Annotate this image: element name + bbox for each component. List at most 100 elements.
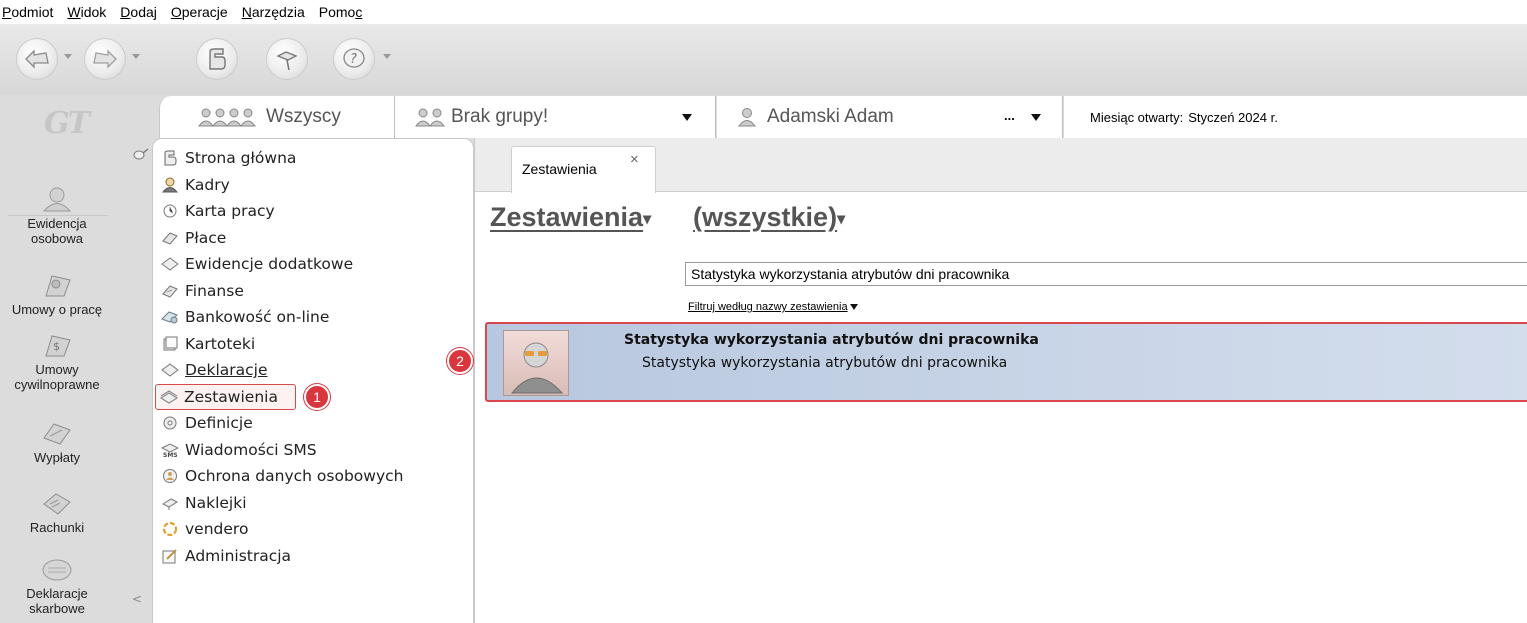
nav-item-finanse[interactable]: Finanse: [159, 278, 403, 305]
group-all-selector[interactable]: Wszyscy: [159, 96, 395, 138]
filter-by-name-link[interactable]: Filtruj według nazwy zestawienia: [688, 301, 858, 313]
nav-item-bankowosc-on-line[interactable]: Bankowość on-line: [159, 304, 403, 331]
invoice-icon: [43, 493, 71, 515]
close-icon[interactable]: ×: [630, 151, 639, 168]
payout-icon: [43, 423, 71, 445]
pin-panel-icon[interactable]: [133, 147, 149, 161]
open-month-label: Miesiąc otwarty:: [1090, 109, 1184, 125]
left-nav-wyplaty[interactable]: Wypłaty: [0, 420, 114, 465]
person-with-glasses-icon: [510, 342, 564, 394]
module-navigation: Strona główna Kadry Karta pracy Płace Ew…: [133, 138, 474, 623]
nav-item-karta-pracy[interactable]: Karta pracy: [159, 198, 403, 225]
help-icon: ?: [343, 48, 365, 68]
vendero-icon: [162, 522, 178, 537]
nav-item-kartoteki[interactable]: Kartoteki: [159, 331, 403, 358]
person-icon: [738, 108, 756, 127]
group-people-icon: [198, 108, 256, 127]
back-arrow-icon: [25, 49, 49, 69]
menu-narzedzia[interactable]: Narzędzia: [242, 4, 305, 20]
left-nav-umowy-cywilnoprawne[interactable]: $ Umowy cywilnoprawne: [0, 332, 114, 392]
tax-declaration-icon: [42, 559, 72, 581]
chevron-down-icon[interactable]: [682, 114, 692, 121]
forward-button[interactable]: [84, 38, 126, 80]
finance-icon: [162, 285, 178, 298]
nav-item-zestawienia[interactable]: Zestawienia 1: [155, 383, 330, 410]
svg-text:?: ?: [350, 52, 357, 67]
nav-item-vendero[interactable]: vendero: [159, 516, 403, 543]
staff-icon: [161, 177, 179, 193]
group-people-icon: [415, 108, 445, 127]
menu-widok[interactable]: Widok: [67, 4, 106, 20]
search-input[interactable]: [685, 262, 1527, 286]
nav-item-kadry[interactable]: Kadry: [159, 172, 403, 199]
back-dropdown-icon[interactable]: [64, 54, 72, 59]
wages-icon: [162, 232, 178, 245]
list-item[interactable]: Statystyka wykorzystania atrybutów dni p…: [485, 322, 1527, 402]
menu-bar: Podmiot Widok Dodaj Operacje Narzędzia P…: [0, 0, 1527, 24]
left-nav-divider: [8, 215, 108, 216]
nav-item-strona-glowna[interactable]: Strona główna: [159, 145, 403, 172]
menu-pomoc[interactable]: Pomoc: [319, 4, 363, 20]
menu-dodaj[interactable]: Dodaj: [120, 4, 157, 20]
report-thumbnail: [503, 330, 569, 396]
help-button[interactable]: ?: [333, 38, 375, 80]
nav-item-place[interactable]: Płace: [159, 225, 403, 252]
tab-strip: Zestawienia ×: [475, 138, 1527, 193]
context-bar: Wszyscy Brak grupy! Adamski Adam ... Mie…: [152, 96, 1527, 138]
callout-badge-1: 1: [304, 383, 330, 410]
left-nav-umowy-o-prace[interactable]: Umowy o pracę: [0, 272, 114, 317]
chevron-down-icon: [849, 304, 858, 311]
home-button[interactable]: [196, 38, 238, 80]
chevron-down-icon: ▾: [837, 210, 846, 228]
person-icon: [42, 187, 72, 212]
nav-item-definicje[interactable]: Definicje: [159, 410, 403, 437]
left-nav-ewidencja-osobowa[interactable]: Ewidencja osobowa: [0, 186, 114, 246]
svg-text:SMS: SMS: [163, 452, 178, 458]
help-dropdown-icon[interactable]: [383, 54, 391, 59]
page-title[interactable]: Zestawienia▾: [490, 202, 651, 233]
left-nav-collapse-button[interactable]: <: [132, 592, 142, 606]
files-icon: [163, 336, 178, 351]
employee-more-button[interactable]: ...: [1004, 108, 1015, 123]
pin-button[interactable]: [266, 38, 308, 80]
nav-item-ewidencje-dodatkowe[interactable]: Ewidencje dodatkowe: [159, 251, 403, 278]
chevron-down-icon: ▾: [643, 210, 652, 228]
report-title: Statystyka wykorzystania atrybutów dni p…: [624, 332, 1039, 348]
home-icon: [164, 150, 177, 166]
open-month-panel: Miesiąc otwarty: Styczeń 2024 r.: [1064, 96, 1527, 138]
menu-operacje[interactable]: Operacje: [171, 4, 228, 20]
worksheet-icon: [163, 204, 177, 218]
left-sidebar: GT Ewidencja osobowa Umowy o pracę $ Umo…: [0, 94, 152, 623]
forward-arrow-icon: [93, 49, 117, 69]
callout-badge-2: 2: [447, 348, 473, 374]
tab-zestawienia[interactable]: Zestawienia ×: [511, 146, 656, 193]
pin-icon: [276, 51, 298, 71]
back-button[interactable]: [16, 38, 58, 80]
contract-civil-icon: $: [45, 335, 71, 357]
reports-icon: [160, 390, 178, 404]
forward-dropdown-icon[interactable]: [132, 54, 140, 59]
nav-item-administracja[interactable]: Administracja: [159, 543, 403, 570]
nav-item-naklejki[interactable]: Naklejki: [159, 490, 403, 517]
nav-item-wiadomosci-sms[interactable]: SMS Wiadomości SMS: [159, 437, 403, 464]
menu-podmiot[interactable]: Podmiot: [2, 4, 53, 20]
online-banking-icon: [161, 311, 178, 324]
open-month-value[interactable]: Styczeń 2024 r.: [1188, 110, 1278, 125]
employee-selector[interactable]: Adamski Adam ...: [717, 96, 1063, 138]
left-nav-deklaracje-skarbowe[interactable]: Deklaracje skarbowe: [0, 556, 114, 616]
left-nav-rachunki[interactable]: Rachunki: [0, 490, 114, 535]
home-icon: [209, 48, 226, 70]
svg-text:$: $: [53, 340, 60, 353]
declarations-icon: [161, 363, 179, 377]
group-selector[interactable]: Brak grupy!: [395, 96, 716, 138]
contract-person-icon: [45, 275, 71, 297]
nav-item-ochrona-danych-osobowych[interactable]: Ochrona danych osobowych: [159, 463, 403, 490]
sms-icon: SMS: [161, 443, 179, 458]
report-description: Statystyka wykorzystania atrybutów dni p…: [642, 355, 1008, 371]
nav-item-deklaracje[interactable]: Deklaracje: [159, 357, 403, 384]
toolbar: ?: [0, 24, 1527, 94]
content-area: Zestawienia × Zestawienia▾ (wszystkie)▾ …: [447, 138, 1527, 623]
filter-selector[interactable]: (wszystkie)▾: [693, 202, 845, 233]
chevron-down-icon[interactable]: [1031, 114, 1041, 121]
admin-icon: [162, 549, 177, 564]
